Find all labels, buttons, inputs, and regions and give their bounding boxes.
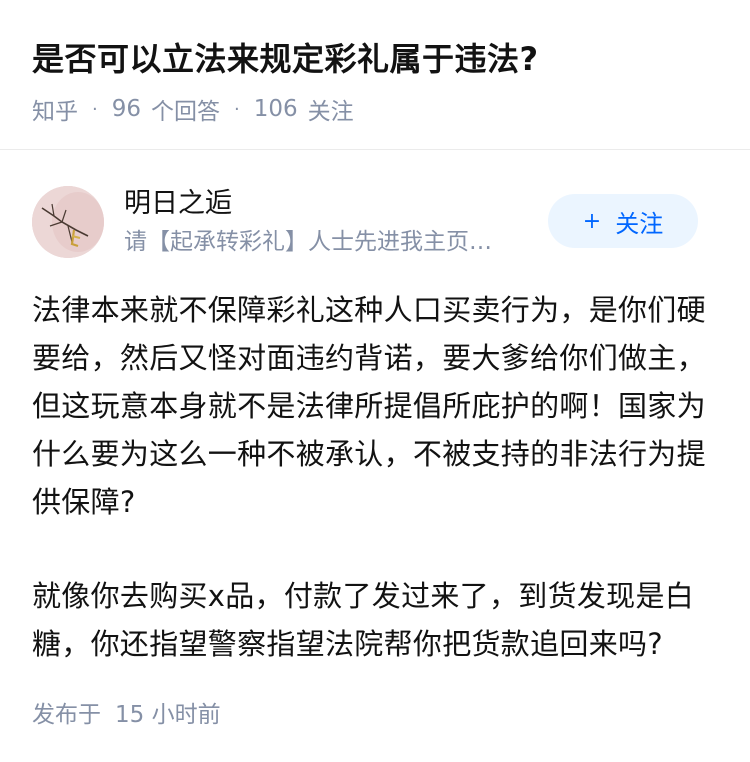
publish-info: 发布于 15 小时前 bbox=[32, 694, 221, 730]
answer-count-label: 个回答 bbox=[151, 99, 221, 125]
published-time: 15 小时前 bbox=[115, 702, 221, 728]
question-meta: 知乎 · 96 个回答 · 106 关注 bbox=[32, 93, 354, 125]
answer-body: 法律本来就不保障彩礼这种人口买卖行为，是你们硬要给，然后又怪对面违约背诺，要大爹… bbox=[32, 286, 722, 668]
avatar[interactable] bbox=[32, 186, 104, 258]
author-name[interactable]: 明日之逅 bbox=[124, 186, 232, 222]
follower-count: 106 bbox=[253, 96, 298, 122]
meta-separator: · bbox=[92, 98, 98, 120]
question-header: 是否可以立法来规定彩礼属于违法? 知乎 · 96 个回答 · 106 关注 bbox=[0, 0, 750, 150]
follower-count-label: 关注 bbox=[307, 99, 354, 125]
source-label[interactable]: 知乎 bbox=[32, 92, 78, 126]
published-label: 发布于 bbox=[32, 702, 101, 728]
plus-icon: + bbox=[582, 208, 602, 234]
answer-paragraph: 就像你去购买x品，付款了发过来了，到货发现是白糖，你还指望警察指望法院帮你把货款… bbox=[32, 579, 695, 661]
answer-paragraph: 法律本来就不保障彩礼这种人口买卖行为，是你们硬要给，然后又怪对面违约背诺，要大爹… bbox=[32, 293, 706, 519]
follow-button[interactable]: + 关注 bbox=[548, 194, 698, 248]
author-row: 明日之逅 请【起承转彩礼】人士先进我主页… + 关注 bbox=[32, 186, 718, 262]
meta-separator: · bbox=[234, 98, 240, 120]
author-bio[interactable]: 请【起承转彩礼】人士先进我主页… bbox=[124, 226, 544, 258]
follow-button-label: 关注 bbox=[615, 209, 664, 238]
answer-count: 96 bbox=[111, 96, 142, 122]
avatar-image bbox=[32, 186, 104, 258]
question-title[interactable]: 是否可以立法来规定彩礼属于违法? bbox=[32, 36, 539, 82]
